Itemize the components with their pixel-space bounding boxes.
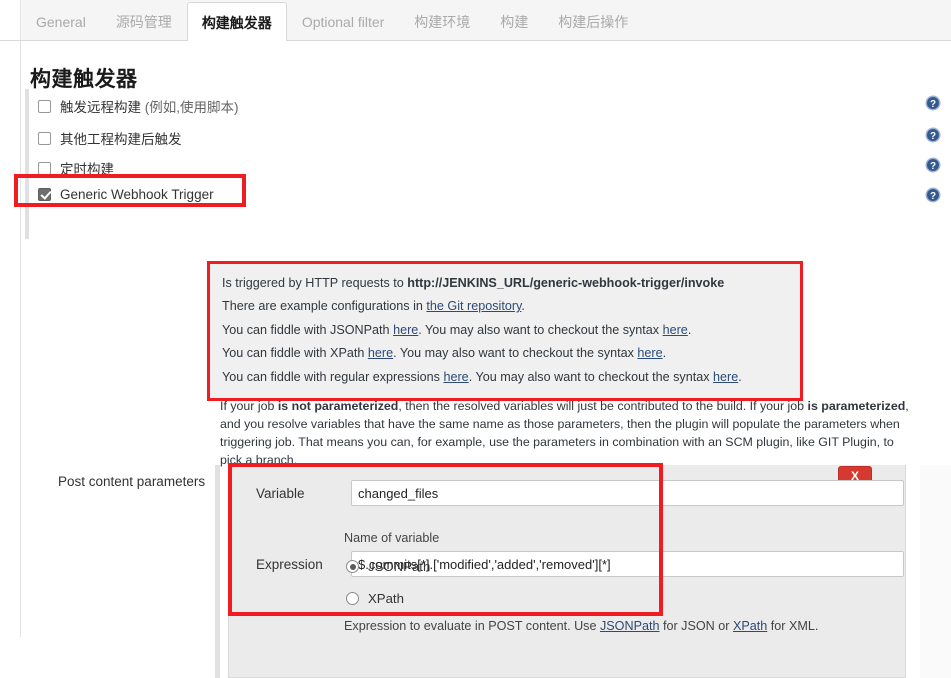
info-line-regex: You can fiddle with regular expressions … xyxy=(222,369,742,384)
parameterized-job-description: If your job is not parameterized, then t… xyxy=(220,399,909,467)
right-strip xyxy=(920,465,951,678)
link-xpath-syntax[interactable]: here xyxy=(637,346,662,360)
tab-build-environment[interactable]: 构建环境 xyxy=(399,1,485,41)
tab-optional-filter[interactable]: Optional filter xyxy=(287,1,399,41)
tab-list: General 源码管理 构建触发器 Optional filter 构建环境 … xyxy=(21,0,643,42)
variable-input[interactable] xyxy=(351,480,904,506)
trigger-section-rule xyxy=(25,89,29,239)
radio-xpath[interactable] xyxy=(346,592,359,605)
link-xpath-fiddle[interactable]: here xyxy=(368,346,393,360)
variable-label: Variable xyxy=(256,485,305,501)
post-content-parameters-label: Post content parameters xyxy=(58,474,206,489)
expression-label: Expression xyxy=(256,556,323,572)
link-jsonpath-hint[interactable]: JSONPath xyxy=(600,619,660,633)
checkbox-scheduled-build[interactable] xyxy=(38,161,51,175)
info-line-examples: There are example configurations in the … xyxy=(222,299,525,314)
trigger-row-remote-build[interactable]: 触发远程构建 (例如,使用脚本) xyxy=(38,95,239,117)
variable-hint: Name of variable xyxy=(344,531,440,545)
help-icon-after-other-projects[interactable]: ? xyxy=(925,127,941,143)
trigger-label-scheduled-build: 定时构建 xyxy=(60,162,114,177)
trigger-label-generic-webhook: Generic Webhook Trigger xyxy=(60,186,214,202)
webhook-info-panel: Is triggered by HTTP requests to http://… xyxy=(207,261,803,402)
config-page-body: 构建触发器 触发远程构建 (例如,使用脚本) 其他工程构建后触发 定时构建 Ge… xyxy=(0,41,951,678)
trigger-row-scheduled-build[interactable]: 定时构建 xyxy=(38,157,114,179)
link-jsonpath-syntax[interactable]: here xyxy=(663,323,688,337)
link-jsonpath-fiddle[interactable]: here xyxy=(393,323,418,337)
post-content-parameters-divider xyxy=(215,465,220,678)
page-title: 构建触发器 xyxy=(30,68,138,92)
trigger-label-after-other-projects: 其他工程构建后触发 xyxy=(60,132,182,147)
svg-text:?: ? xyxy=(930,131,936,142)
checkbox-remote-build[interactable] xyxy=(38,99,51,113)
info-line-xpath: You can fiddle with XPath here. You may … xyxy=(222,346,667,361)
expression-hint: Expression to evaluate in POST content. … xyxy=(344,619,819,633)
radio-label-xpath: XPath xyxy=(368,591,404,606)
trigger-label-remote-build: 触发远程构建 (例如,使用脚本) xyxy=(60,100,239,115)
svg-text:?: ? xyxy=(930,99,936,110)
radio-row-jsonpath[interactable]: JSONPath xyxy=(346,559,430,574)
tab-source-management[interactable]: 源码管理 xyxy=(101,1,187,41)
left-gutter xyxy=(0,41,21,637)
variable-field-row: Variable xyxy=(256,480,904,506)
svg-text:?: ? xyxy=(930,191,936,202)
expression-input[interactable] xyxy=(351,551,904,577)
trigger-row-generic-webhook[interactable]: Generic Webhook Trigger xyxy=(38,183,214,205)
link-regex-syntax[interactable]: here xyxy=(713,370,738,384)
link-regex-fiddle[interactable]: here xyxy=(443,370,468,384)
help-icon-generic-webhook[interactable]: ? xyxy=(925,187,941,203)
svg-text:?: ? xyxy=(930,161,936,172)
tab-build[interactable]: 构建 xyxy=(485,1,543,41)
radio-jsonpath[interactable] xyxy=(346,560,359,573)
config-tab-bar: General 源码管理 构建触发器 Optional filter 构建环境 … xyxy=(0,0,951,42)
help-icon-remote-build[interactable]: ? xyxy=(925,95,941,111)
info-line-jsonpath: You can fiddle with JSONPath here. You m… xyxy=(222,322,692,337)
radio-label-jsonpath: JSONPath xyxy=(368,559,431,574)
checkbox-after-other-projects[interactable] xyxy=(38,131,51,145)
help-icon-scheduled-build[interactable]: ? xyxy=(925,157,941,173)
link-xpath-hint[interactable]: XPath xyxy=(733,619,767,633)
radio-row-xpath[interactable]: XPath xyxy=(346,591,404,606)
tab-general[interactable]: General xyxy=(21,1,101,41)
tab-build-triggers[interactable]: 构建触发器 xyxy=(186,2,287,42)
trigger-row-after-other-projects[interactable]: 其他工程构建后触发 xyxy=(38,127,182,149)
link-git-repository[interactable]: the Git repository xyxy=(426,299,521,313)
tab-post-build-actions[interactable]: 构建后操作 xyxy=(543,1,643,41)
info-line-trigger-url: Is triggered by HTTP requests to http://… xyxy=(222,276,725,290)
checkbox-generic-webhook-trigger[interactable] xyxy=(38,187,51,201)
tabbar-left-spacer xyxy=(0,0,21,40)
